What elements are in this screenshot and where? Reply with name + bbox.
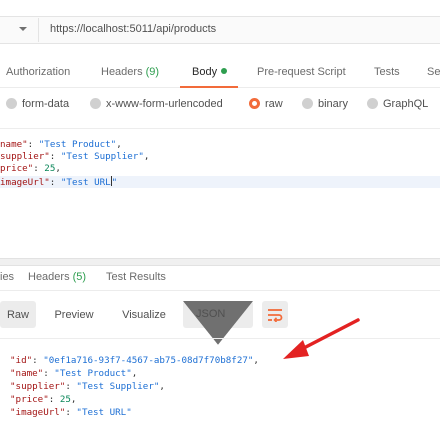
tab-tests-label: Tests — [374, 66, 400, 78]
radio-raw-label: raw — [265, 98, 283, 110]
radio-selected-dot-icon — [249, 98, 260, 109]
json-value: "Test Product" — [54, 368, 132, 379]
json-value: "Test URL — [60, 177, 111, 188]
json-value: "Test Product" — [38, 139, 117, 150]
pane-divider[interactable] — [0, 258, 440, 266]
json-value: "Test URL" — [76, 407, 132, 418]
request-body-line: price": 25, — [0, 163, 61, 174]
response-tab-cookies-label: ies — [0, 271, 15, 283]
tab-headers-count: (9) — [145, 66, 160, 78]
radio-graphql[interactable]: GraphQL — [367, 98, 428, 110]
raw-button[interactable]: Raw — [0, 301, 36, 328]
radio-dot-icon — [90, 98, 101, 109]
preview-button-label: Preview — [54, 308, 94, 321]
tab-headers-label: Headers — [101, 66, 143, 78]
response-line-id: "id": "0ef1a716-93f7-4567-ab75-08d7f70b8… — [10, 355, 259, 366]
radio-urlencoded-label: x-www-form-urlencoded — [106, 98, 223, 110]
tab-headers[interactable]: Headers (9) — [101, 66, 159, 78]
json-key: "name" — [10, 368, 44, 379]
tab-authorization-label: Authorization — [6, 66, 71, 78]
request-body-line: supplier": "Test Supplier", — [0, 151, 150, 162]
json-key: "price" — [10, 394, 49, 405]
tab-body[interactable]: Body — [192, 66, 228, 78]
json-key: "supplier" — [10, 381, 66, 392]
method-dropdown-caret-icon[interactable] — [18, 24, 28, 34]
response-tab-cookies[interactable]: ies — [0, 271, 14, 283]
json-value: "Test Supplier" — [60, 151, 144, 162]
body-indicator-dot-icon — [221, 68, 228, 74]
format-select[interactable]: JSON — [183, 301, 253, 345]
tab-pre-request-script[interactable]: Pre-request Script — [257, 66, 346, 78]
radio-dot-icon — [367, 98, 378, 109]
tab-authorization[interactable]: Authorization — [6, 66, 70, 78]
response-line-name: "name": "Test Product", — [10, 368, 138, 379]
radio-binary[interactable]: binary — [302, 98, 348, 110]
radio-graphql-label: GraphQL — [383, 98, 429, 110]
radio-binary-label: binary — [318, 98, 348, 110]
response-tab-test-results-label: Test Results — [106, 271, 166, 283]
json-key: "id" — [10, 355, 33, 366]
radio-form-data-label: form-data — [22, 98, 70, 110]
url-separator — [38, 18, 39, 42]
radio-dot-icon — [6, 98, 17, 109]
radio-raw[interactable]: raw — [249, 98, 283, 110]
tab-body-label: Body — [192, 66, 218, 78]
visualize-button-label: Visualize — [122, 308, 166, 321]
response-line-supplier: "supplier": "Test Supplier", — [10, 381, 165, 392]
json-value: "0ef1a716-93f7-4567-ab75-08d7f70b8f27" — [43, 355, 254, 366]
radio-x-www-form-urlencoded[interactable]: x-www-form-urlencoded — [90, 98, 223, 110]
json-value: 25 — [44, 163, 56, 174]
radio-form-data[interactable]: form-data — [6, 98, 69, 110]
json-key: imageUrl" — [0, 177, 50, 188]
active-tab-underline — [180, 86, 238, 88]
wrap-lines-icon — [268, 308, 283, 322]
tab-pre-request-label: Pre-request Script — [257, 66, 346, 78]
json-value: "Test Supplier" — [76, 381, 160, 392]
response-line-price: "price": 25, — [10, 394, 77, 405]
raw-button-label: Raw — [6, 308, 29, 321]
json-value: 25 — [59, 394, 71, 405]
url-input[interactable]: https://localhost:5011/api/products — [50, 23, 216, 35]
tab-settings-label: Se — [427, 66, 440, 78]
visualize-button[interactable]: Visualize — [110, 301, 178, 328]
tab-tests[interactable]: Tests — [374, 66, 400, 78]
request-body-line: name": "Test Product", — [0, 139, 122, 150]
request-body-line: imageUrl": "Test URL" — [0, 176, 118, 188]
response-line-imageurl: "imageUrl": "Test URL" — [10, 407, 132, 418]
wrap-lines-button[interactable] — [262, 301, 288, 328]
json-key: supplier" — [0, 151, 50, 162]
json-key: price" — [0, 163, 34, 174]
response-tab-headers-label: Headers — [28, 271, 70, 283]
response-tab-test-results[interactable]: Test Results — [106, 271, 166, 283]
json-key: name" — [0, 139, 28, 150]
tab-settings[interactable]: Se — [427, 66, 440, 78]
format-select-value: JSON — [196, 308, 226, 320]
response-tabs-border — [0, 290, 440, 291]
json-key: "imageUrl" — [10, 407, 66, 418]
preview-button[interactable]: Preview — [44, 301, 104, 328]
response-headers-count: (5) — [72, 271, 87, 283]
radio-dot-icon — [302, 98, 313, 109]
response-tab-headers[interactable]: Headers (5) — [28, 271, 86, 283]
